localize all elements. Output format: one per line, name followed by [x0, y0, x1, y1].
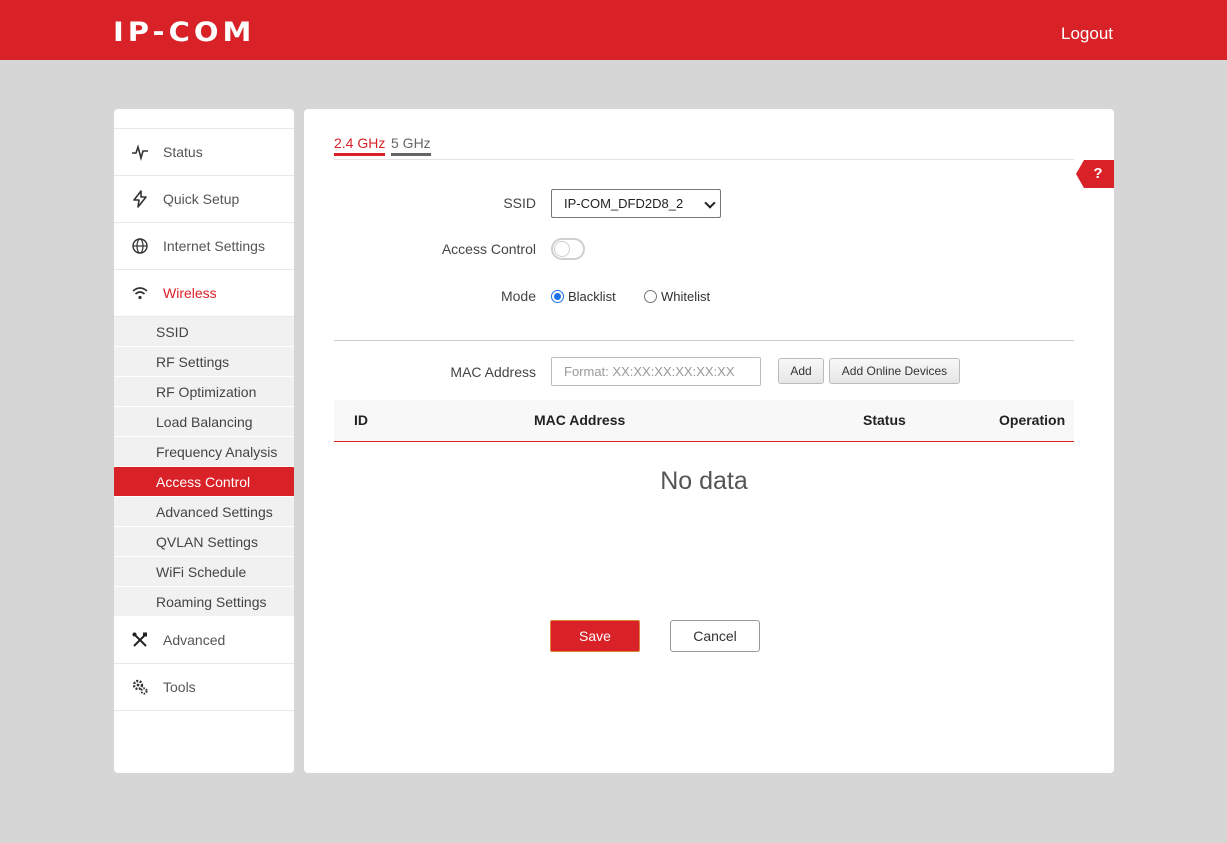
radio-dot	[644, 290, 657, 303]
sidebar-item-quick-setup[interactable]: Quick Setup	[114, 176, 294, 223]
subnav-ssid[interactable]: SSID	[114, 317, 294, 347]
ssid-label: SSID	[503, 195, 536, 211]
sidebar-item-wireless[interactable]: Wireless	[114, 270, 294, 317]
chevron-down-icon	[704, 197, 716, 209]
no-data-message: No data	[660, 467, 748, 495]
tab-2-4ghz[interactable]: 2.4 GHz	[334, 135, 386, 156]
radio-label: Blacklist	[568, 289, 616, 304]
pulse-icon	[131, 143, 149, 161]
band-tabs: 2.4 GHz 5 GHz	[334, 135, 1074, 160]
add-button[interactable]: Add	[778, 358, 824, 384]
table-header: ID MAC Address Status Operation	[334, 400, 1074, 442]
mode-blacklist-radio[interactable]: Blacklist	[551, 289, 616, 304]
col-id: ID	[354, 412, 368, 428]
sidebar-item-label: Internet Settings	[163, 238, 265, 254]
sidebar-item-label: Status	[163, 144, 203, 160]
sidebar-item-label: Tools	[163, 679, 196, 695]
mac-address-input[interactable]: Format: XX:XX:XX:XX:XX:XX	[551, 357, 761, 386]
divider	[334, 340, 1074, 341]
wifi-icon	[131, 284, 149, 302]
subnav-rf-settings[interactable]: RF Settings	[114, 347, 294, 377]
subnav-qvlan-settings[interactable]: QVLAN Settings	[114, 527, 294, 557]
globe-icon	[131, 237, 149, 255]
sidebar-item-status[interactable]: Status	[114, 129, 294, 176]
subnav-advanced-settings[interactable]: Advanced Settings	[114, 497, 294, 527]
lightning-icon	[131, 190, 149, 208]
tab-5ghz[interactable]: 5 GHz	[391, 135, 431, 156]
ssid-select[interactable]: IP-COM_DFD2D8_2	[551, 189, 721, 218]
wireless-submenu: SSID RF Settings RF Optimization Load Ba…	[114, 317, 294, 617]
toggle-knob	[554, 241, 570, 257]
radio-dot	[551, 290, 564, 303]
mode-label: Mode	[500, 288, 536, 304]
subnav-frequency-analysis[interactable]: Frequency Analysis	[114, 437, 294, 467]
access-control-toggle[interactable]	[551, 238, 585, 260]
subnav-wifi-schedule[interactable]: WiFi Schedule	[114, 557, 294, 587]
sidebar: Status Quick Setup Internet Settings Wir…	[114, 109, 294, 773]
subnav-roaming-settings[interactable]: Roaming Settings	[114, 587, 294, 617]
top-bar: IP-COM Logout	[0, 0, 1227, 60]
gears-icon	[131, 678, 149, 696]
mode-whitelist-radio[interactable]: Whitelist	[644, 289, 710, 304]
help-button[interactable]: ?	[1076, 160, 1114, 188]
cancel-button[interactable]: Cancel	[670, 620, 760, 652]
sidebar-item-internet-settings[interactable]: Internet Settings	[114, 223, 294, 270]
tools-icon	[131, 631, 149, 649]
sidebar-item-tools[interactable]: Tools	[114, 664, 294, 711]
sidebar-item-label: Quick Setup	[163, 191, 240, 207]
sidebar-item-label: Wireless	[163, 285, 217, 301]
col-status: Status	[863, 412, 906, 428]
main-panel: 2.4 GHz 5 GHz ? SSID IP-COM_DFD2D8_2 Acc…	[304, 109, 1114, 773]
radio-label: Whitelist	[661, 289, 711, 304]
logout-link[interactable]: Logout	[1061, 24, 1113, 44]
save-button[interactable]: Save	[550, 620, 640, 652]
ip-com-logo: IP-COM	[113, 16, 256, 48]
ssid-value: IP-COM_DFD2D8_2	[564, 196, 684, 211]
sidebar-item-advanced[interactable]: Advanced	[114, 617, 294, 664]
add-online-devices-button[interactable]: Add Online Devices	[829, 358, 960, 384]
col-mac-address: MAC Address	[534, 412, 626, 428]
col-operation: Operation	[999, 412, 1066, 428]
subnav-rf-optimization[interactable]: RF Optimization	[114, 377, 294, 407]
subnav-load-balancing[interactable]: Load Balancing	[114, 407, 294, 437]
access-control-label: Access Control	[441, 241, 536, 257]
subnav-access-control[interactable]: Access Control	[114, 467, 294, 497]
mac-address-label: MAC Address	[450, 364, 536, 380]
sidebar-item-label: Advanced	[163, 632, 226, 648]
